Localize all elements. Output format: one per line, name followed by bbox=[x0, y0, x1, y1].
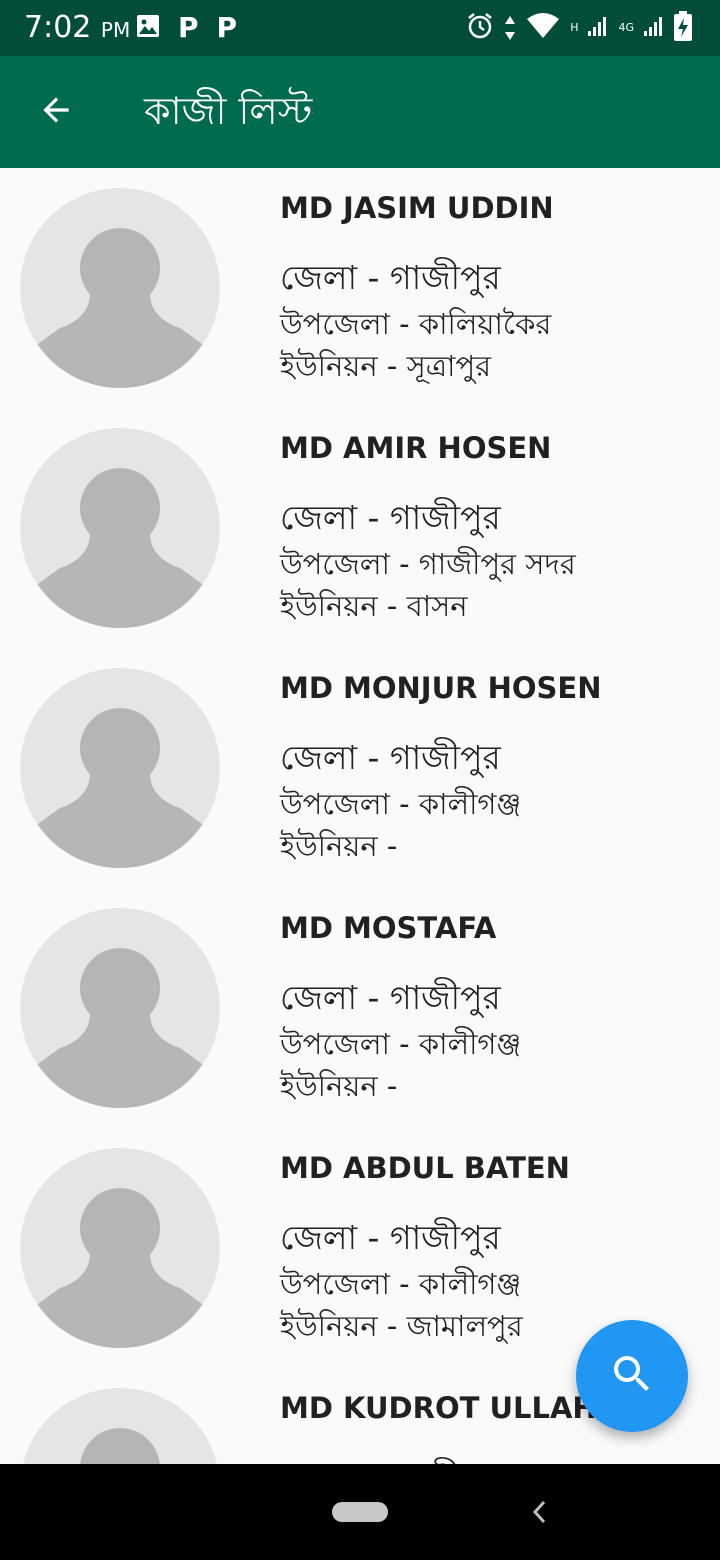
arrow-back-icon bbox=[37, 91, 75, 133]
network-type-4g: 4G bbox=[618, 21, 634, 34]
search-fab-button[interactable] bbox=[576, 1320, 688, 1432]
data-arrows-icon bbox=[504, 15, 516, 41]
upazila-text: উপজেলা - কালীগঞ্জ bbox=[280, 787, 522, 821]
battery-charging-icon bbox=[674, 11, 692, 45]
signal-icon bbox=[588, 16, 608, 40]
alarm-icon bbox=[466, 12, 494, 44]
avatar bbox=[20, 1388, 220, 1464]
status-bar: 7:02 PM P P H 4G bbox=[0, 0, 720, 56]
network-type-h: H bbox=[570, 21, 579, 34]
union-text: ইউনিয়ন - bbox=[280, 1069, 398, 1103]
back-button[interactable] bbox=[24, 84, 88, 140]
list-item[interactable]: MD MONJUR HOSEN জেলা - গাজীপুর উপজেলা - … bbox=[0, 648, 720, 888]
kazi-name: MD KUDROT ULLAH bbox=[280, 1391, 597, 1425]
district-text: জেলা - গাজীপুর bbox=[280, 978, 501, 1017]
p-icon: P bbox=[216, 11, 238, 44]
wifi-icon bbox=[526, 13, 560, 43]
union-text: ইউনিয়ন - bbox=[280, 829, 398, 863]
system-icons: H 4G bbox=[466, 11, 692, 45]
upazila-text: উপজেলা - কালিয়াকৈর bbox=[280, 307, 552, 341]
kazi-name: MD ABDUL BATEN bbox=[280, 1151, 570, 1185]
district-text: জেলা - গাজীপুর bbox=[280, 258, 501, 297]
union-text: ইউনিয়ন - সূত্রাপুর bbox=[280, 349, 492, 383]
district-text: জেলা - গাজীপুর bbox=[280, 738, 501, 777]
back-chevron-icon[interactable] bbox=[524, 1494, 556, 1530]
upazila-text: উপজেলা - কালীগঞ্জ bbox=[280, 1027, 522, 1061]
district-text: জেলা - গাজীপুর bbox=[280, 498, 501, 537]
avatar bbox=[20, 668, 220, 868]
list-item[interactable]: MD MOSTAFA জেলা - গাজীপুর উপজেলা - কালীগ… bbox=[0, 888, 720, 1128]
union-text: ইউনিয়ন - জামালপুর bbox=[280, 1309, 523, 1343]
upazila-text: উপজেলা - গাজীপুর সদর bbox=[280, 547, 576, 581]
signal-icon bbox=[644, 16, 664, 40]
avatar bbox=[20, 1148, 220, 1348]
kazi-list[interactable]: MD JASIM UDDIN জেলা - গাজীপুর উপজেলা - ক… bbox=[0, 168, 720, 1464]
home-pill[interactable] bbox=[332, 1502, 388, 1522]
union-text: ইউনিয়ন - বাসন bbox=[280, 589, 468, 623]
kazi-name: MD AMIR HOSEN bbox=[280, 431, 552, 465]
notification-icons: P P bbox=[136, 14, 237, 42]
search-icon bbox=[608, 1350, 656, 1402]
kazi-name: MD MOSTAFA bbox=[280, 911, 497, 945]
status-time: 7:02 PM bbox=[24, 10, 130, 48]
upazila-text: উপজেলা - কালীগঞ্জ bbox=[280, 1267, 522, 1301]
district-text: জেলা - গাজীপুর bbox=[280, 1218, 501, 1257]
kazi-name: MD JASIM UDDIN bbox=[280, 191, 554, 225]
system-nav-bar bbox=[0, 1464, 720, 1560]
status-ampm: PM bbox=[100, 18, 131, 42]
status-clock: 7:02 bbox=[24, 10, 92, 45]
p-icon: P bbox=[178, 11, 199, 44]
avatar bbox=[20, 428, 220, 628]
list-item[interactable]: MD AMIR HOSEN জেলা - গাজীপুর উপজেলা - গা… bbox=[0, 408, 720, 648]
image-icon bbox=[136, 14, 160, 42]
avatar bbox=[20, 188, 220, 388]
district-text: জেলা - গাজীপুর bbox=[280, 1456, 501, 1464]
kazi-name: MD MONJUR HOSEN bbox=[280, 671, 602, 705]
list-item[interactable]: MD JASIM UDDIN জেলা - গাজীপুর উপজেলা - ক… bbox=[0, 168, 720, 408]
page-title: কাজী লিস্ট bbox=[144, 89, 313, 133]
avatar bbox=[20, 908, 220, 1108]
app-bar: কাজী লিস্ট bbox=[0, 56, 720, 168]
